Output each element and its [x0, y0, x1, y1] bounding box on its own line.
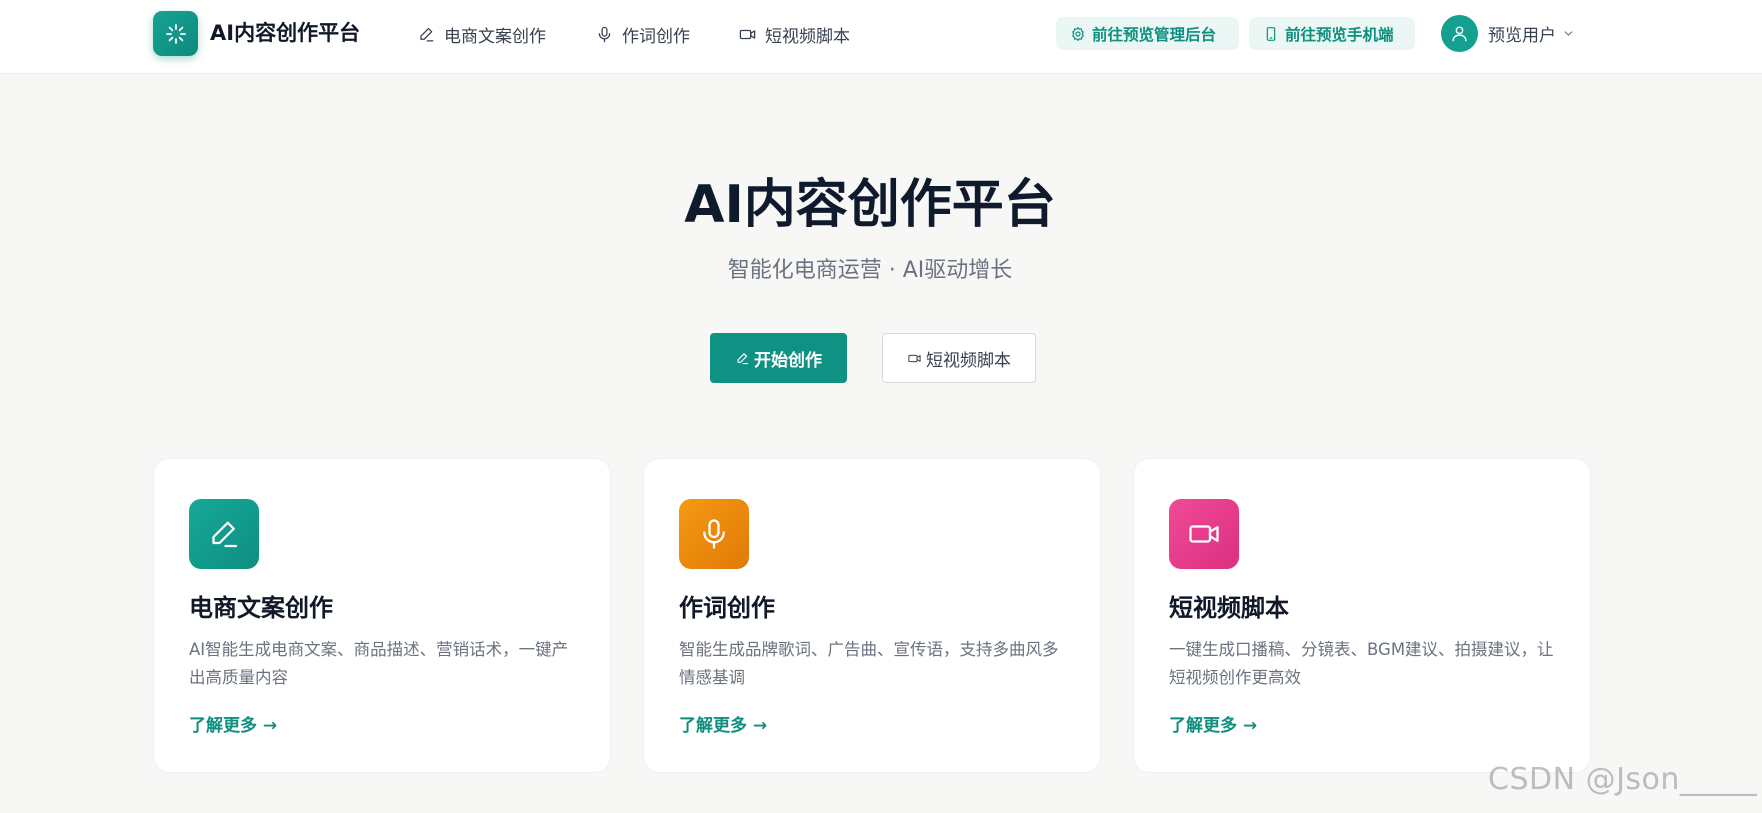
gear-icon: [1072, 26, 1084, 41]
video-script-label: 短视频脚本: [926, 350, 1011, 371]
video-icon: [739, 29, 756, 39]
microphone-icon: [703, 519, 725, 549]
hero-title: AI内容创作平台: [684, 175, 1056, 235]
nav-label: 短视频脚本: [765, 26, 850, 47]
nav-item-video-script[interactable]: 短视频脚本: [738, 20, 850, 48]
card-icon-box: [1169, 499, 1239, 569]
admin-preview-label: 前往预览管理后台: [1092, 25, 1217, 44]
nav-label: 作词创作: [622, 26, 690, 47]
user-name: 预览用户: [1488, 26, 1556, 46]
card-icon-box: [189, 499, 259, 569]
start-creating-button[interactable]: 开始创作: [710, 333, 847, 383]
learn-more-link[interactable]: 了解更多 →: [189, 711, 277, 736]
admin-preview-button[interactable]: 前往预览管理后台: [1056, 17, 1239, 50]
feature-card-copywriting[interactable]: 电商文案创作 AI智能生成电商文案、商品描述、营销话术，一键产出高质量内容 了解…: [153, 458, 611, 773]
start-creating-label: 开始创作: [754, 350, 822, 371]
learn-more-link[interactable]: 了解更多 →: [1169, 711, 1257, 736]
nav-item-copywriting[interactable]: 电商文案创作: [417, 20, 546, 48]
card-icon-box: [679, 499, 749, 569]
card-title: 作词创作: [679, 594, 775, 622]
pen-icon: [212, 521, 238, 548]
user-icon: [1452, 26, 1467, 42]
brand-name[interactable]: AI内容创作平台: [210, 18, 360, 48]
feature-card-lyrics[interactable]: 作词创作 智能生成品牌歌词、广告曲、宣传语，支持多曲风多情感基调 了解更多 →: [643, 458, 1101, 773]
nav-item-lyrics[interactable]: 作词创作: [595, 20, 690, 48]
mobile-preview-label: 前往预览手机端: [1285, 25, 1394, 44]
learn-more-link[interactable]: 了解更多 →: [679, 711, 767, 736]
card-title: 短视频脚本: [1169, 594, 1289, 622]
card-description: 一键生成口播稿、分镜表、BGM建议、拍摄建议，让短视频创作更高效: [1169, 640, 1554, 687]
video-icon: [908, 354, 921, 362]
card-description: 智能生成品牌歌词、广告曲、宣传语，支持多曲风多情感基调: [679, 640, 1059, 687]
card-description: AI智能生成电商文案、商品描述、营销话术，一键产出高质量内容: [189, 640, 569, 687]
card-title: 电商文案创作: [189, 594, 333, 622]
pen-icon: [737, 352, 749, 364]
pen-icon: [420, 27, 434, 41]
chevron-down-icon: [1564, 31, 1573, 36]
feature-card-video-script[interactable]: 短视频脚本 一键生成口播稿、分镜表、BGM建议、拍摄建议，让短视频创作更高效 了…: [1133, 458, 1591, 773]
microphone-icon: [598, 26, 611, 42]
top-header: AI内容创作平台 电商文案创作 作词创作 短视频脚本 前往预览管理后台 前往预览…: [0, 0, 1762, 74]
mobile-preview-button[interactable]: 前往预览手机端: [1249, 17, 1415, 50]
nav-label: 电商文案创作: [444, 26, 546, 47]
video-script-button[interactable]: 短视频脚本: [882, 333, 1036, 383]
avatar[interactable]: [1441, 15, 1478, 52]
logo-icon[interactable]: [153, 11, 198, 56]
video-icon: [1189, 525, 1219, 543]
watermark: CSDN @Json_____: [1488, 762, 1758, 797]
hero-subtitle: 智能化电商运营 · AI驱动增长: [727, 258, 1013, 283]
phone-icon: [1266, 26, 1276, 41]
user-menu[interactable]: 预览用户: [1488, 21, 1575, 46]
